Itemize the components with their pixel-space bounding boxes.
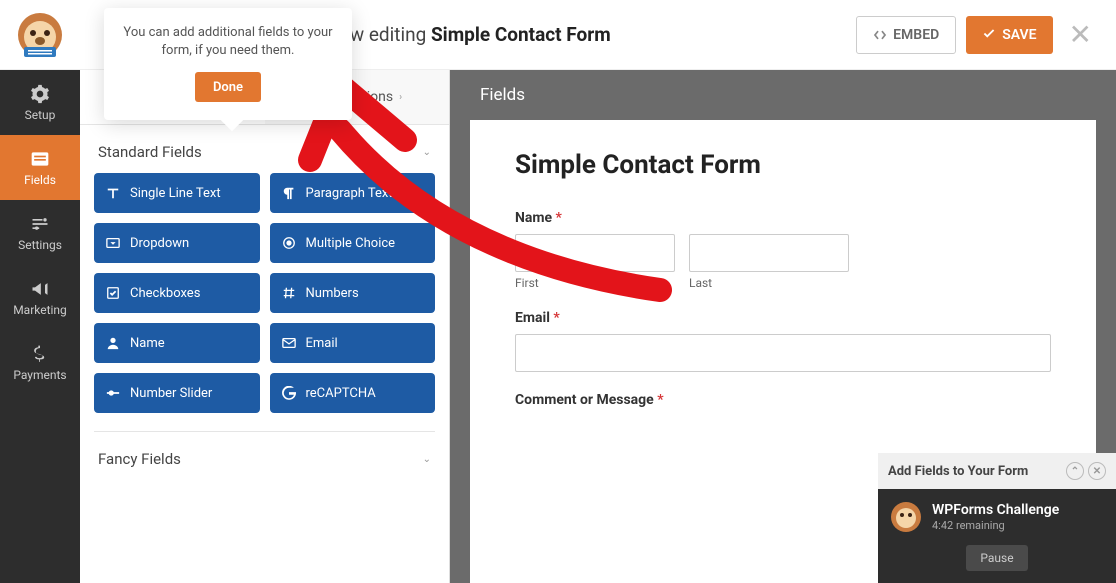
text-icon — [106, 186, 120, 200]
save-button[interactable]: SAVE — [966, 16, 1052, 54]
pause-button[interactable]: Pause — [966, 545, 1027, 571]
chevron-down-icon: ⌄ — [423, 147, 431, 158]
collapse-icon[interactable]: ⌃ — [1066, 462, 1084, 480]
first-name-input[interactable] — [515, 234, 675, 272]
code-icon — [873, 28, 887, 42]
close-challenge-icon[interactable]: ✕ — [1088, 462, 1106, 480]
sliders-icon — [30, 214, 50, 234]
sidenav-label: Settings — [18, 238, 62, 252]
checkbox-icon — [106, 286, 120, 300]
sidenav-item-setup[interactable]: Setup — [0, 70, 80, 135]
sidenav-item-marketing[interactable]: Marketing — [0, 265, 80, 330]
sidenav-label: Setup — [25, 108, 56, 122]
mascot-icon — [890, 501, 922, 533]
name-label: Name * — [515, 210, 1051, 226]
onboarding-tooltip: You can add additional fields to your fo… — [104, 8, 352, 120]
field-dropdown[interactable]: Dropdown — [94, 223, 260, 263]
field-recaptcha[interactable]: reCAPTCHA — [270, 373, 436, 413]
check-icon — [982, 28, 996, 42]
sidenav-item-settings[interactable]: Settings — [0, 200, 80, 265]
challenge-remaining: 4:42 remaining — [932, 519, 1059, 532]
close-icon[interactable]: ✕ — [1063, 18, 1098, 51]
tooltip-text: You can add additional fields to your fo… — [122, 24, 334, 60]
preview-header: Fields — [450, 70, 1116, 120]
logo — [0, 0, 80, 70]
chevron-down-icon: ⌄ — [423, 454, 431, 465]
field-number-slider[interactable]: Number Slider — [94, 373, 260, 413]
sidenav-item-fields[interactable]: Fields — [0, 135, 80, 200]
google-icon — [282, 386, 296, 400]
standard-fields-grid: Single Line Text Paragraph Text Dropdown… — [80, 173, 449, 431]
last-name-input[interactable] — [689, 234, 849, 272]
form-title: Simple Contact Form — [515, 150, 1051, 180]
gear-icon — [30, 84, 50, 104]
challenge-widget: Add Fields to Your Form ⌃ ✕ WPForms Chal… — [878, 453, 1116, 583]
sidenav-label: Marketing — [13, 303, 67, 317]
field-email[interactable]: Email — [270, 323, 436, 363]
user-icon — [106, 336, 120, 350]
hash-icon — [282, 286, 296, 300]
last-sublabel: Last — [689, 276, 849, 290]
dropdown-icon — [106, 236, 120, 250]
comment-label: Comment or Message * — [515, 392, 1051, 408]
sidenav-label: Fields — [24, 173, 56, 187]
embed-button[interactable]: EMBED — [856, 16, 956, 54]
section-fancy-fields[interactable]: Fancy Fields⌄ — [80, 432, 449, 480]
field-name[interactable]: Name — [94, 323, 260, 363]
field-single-line-text[interactable]: Single Line Text — [94, 173, 260, 213]
field-numbers[interactable]: Numbers — [270, 273, 436, 313]
radio-icon — [282, 236, 296, 250]
sidenav-item-payments[interactable]: Payments — [0, 330, 80, 395]
list-icon — [30, 149, 50, 169]
section-standard-fields[interactable]: Standard Fields⌄ — [80, 125, 449, 173]
challenge-title: WPForms Challenge — [932, 502, 1059, 519]
side-nav: Setup Fields Settings Marketing Payments — [0, 70, 80, 583]
field-multiple-choice[interactable]: Multiple Choice — [270, 223, 436, 263]
sidenav-label: Payments — [13, 368, 66, 382]
field-checkboxes[interactable]: Checkboxes — [94, 273, 260, 313]
envelope-icon — [282, 336, 296, 350]
email-label: Email * — [515, 310, 1051, 326]
chevron-right-icon: › — [399, 92, 402, 103]
top-actions: EMBED SAVE ✕ — [856, 16, 1116, 54]
email-input[interactable] — [515, 334, 1051, 372]
paragraph-icon — [282, 186, 296, 200]
challenge-header: Add Fields to Your Form ⌃ ✕ — [878, 453, 1116, 489]
field-paragraph-text[interactable]: Paragraph Text — [270, 173, 436, 213]
slider-icon — [106, 386, 120, 400]
first-sublabel: First — [515, 276, 675, 290]
done-button[interactable]: Done — [195, 72, 261, 102]
bullhorn-icon — [30, 279, 50, 299]
fields-panel: Add Fields⌄ Field Options› Standard Fiel… — [80, 70, 450, 583]
dollar-icon — [30, 344, 50, 364]
